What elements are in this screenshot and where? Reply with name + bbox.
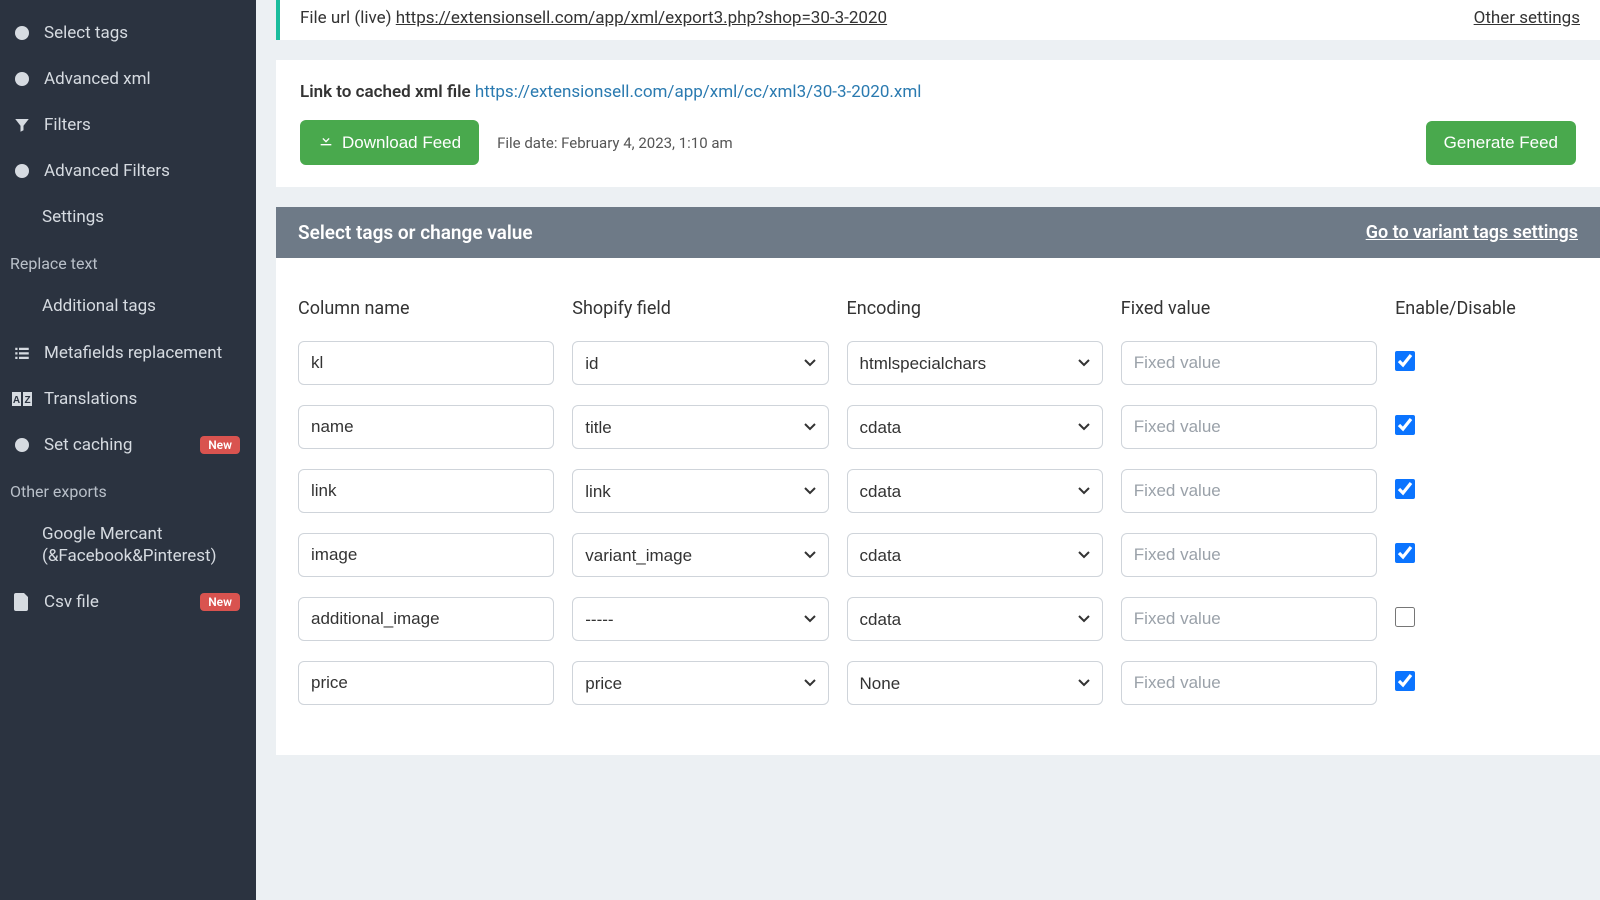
sidebar-item-label: Set caching xyxy=(44,434,188,456)
sidebar-item-label: Filters xyxy=(44,114,246,136)
table-row: ----- cdata xyxy=(298,597,1578,641)
sidebar-item-select-tags[interactable]: Select tags xyxy=(0,10,256,56)
file-url-line: File url (live) https://extensionsell.co… xyxy=(300,8,887,28)
shopify-field-select[interactable]: title xyxy=(572,405,828,449)
col-header-column-name: Column name xyxy=(298,298,572,321)
variant-tags-settings-link[interactable]: Go to variant tags settings xyxy=(1366,222,1578,243)
tags-section-title: Select tags or change value xyxy=(298,221,533,244)
new-badge: New xyxy=(200,436,240,454)
column-name-input[interactable] xyxy=(298,661,554,705)
sidebar-item-label: Advanced xml xyxy=(44,68,246,90)
circle-icon xyxy=(12,69,32,89)
svg-text:A: A xyxy=(13,395,20,406)
svg-text:Z: Z xyxy=(24,395,30,406)
column-name-input[interactable] xyxy=(298,469,554,513)
fixed-value-input[interactable] xyxy=(1121,405,1377,449)
encoding-select[interactable]: cdata xyxy=(847,597,1103,641)
table-row: link cdata xyxy=(298,469,1578,513)
enable-checkbox[interactable] xyxy=(1395,607,1415,627)
download-feed-label: Download Feed xyxy=(342,133,461,153)
file-url-label: File url (live) xyxy=(300,8,392,28)
sidebar-item-advanced-filters[interactable]: Advanced Filters xyxy=(0,148,256,194)
shopify-field-select[interactable]: variant_image xyxy=(572,533,828,577)
tags-table: Column name Shopify field Encoding Fixed… xyxy=(298,278,1578,725)
fixed-value-input[interactable] xyxy=(1121,469,1377,513)
other-settings-link[interactable]: Other settings xyxy=(1474,8,1580,28)
sidebar-item-set-caching[interactable]: Set caching New xyxy=(0,422,256,468)
shopify-field-select[interactable]: price xyxy=(572,661,828,705)
fixed-value-input[interactable] xyxy=(1121,533,1377,577)
table-row: price None xyxy=(298,661,1578,705)
table-row: variant_image cdata xyxy=(298,533,1578,577)
enable-checkbox[interactable] xyxy=(1395,415,1415,435)
table-row: id htmlspecialchars xyxy=(298,341,1578,385)
sidebar-item-label: Advanced Filters xyxy=(44,160,246,182)
sidebar-item-label: Translations xyxy=(44,388,246,410)
sidebar-section-replace-text: Replace text xyxy=(0,240,256,283)
col-header-enable: Enable/Disable xyxy=(1395,298,1578,321)
sidebar-item-label: Settings xyxy=(42,206,246,228)
column-name-input[interactable] xyxy=(298,405,554,449)
sidebar-item-label: Metafields replacement xyxy=(44,342,246,364)
circle-icon xyxy=(12,435,32,455)
enable-checkbox[interactable] xyxy=(1395,479,1415,499)
sidebar-section-other-exports: Other exports xyxy=(0,468,256,511)
circle-icon xyxy=(12,161,32,181)
sidebar: Select tags Advanced xml Filters Advance… xyxy=(0,0,256,900)
sidebar-item-label: Csv file xyxy=(44,591,188,613)
enable-checkbox[interactable] xyxy=(1395,671,1415,691)
main-content: File url (live) https://extensionsell.co… xyxy=(256,0,1600,900)
shopify-field-select[interactable]: link xyxy=(572,469,828,513)
sidebar-item-label: Google Mercant (&Facebook&Pinterest) xyxy=(42,523,246,567)
shopify-field-select[interactable]: ----- xyxy=(572,597,828,641)
sidebar-item-label: Additional tags xyxy=(42,295,246,317)
encoding-select[interactable]: None xyxy=(847,661,1103,705)
download-icon xyxy=(318,132,334,153)
list-icon xyxy=(12,343,32,363)
cached-url-link[interactable]: https://extensionsell.com/app/xml/cc/xml… xyxy=(475,82,921,102)
file-url-panel: File url (live) https://extensionsell.co… xyxy=(276,0,1600,40)
encoding-select[interactable]: cdata xyxy=(847,405,1103,449)
sidebar-item-settings[interactable]: Settings xyxy=(0,194,256,240)
sidebar-item-csv-file[interactable]: Csv file New xyxy=(0,579,256,625)
sidebar-item-additional-tags[interactable]: Additional tags xyxy=(0,283,256,329)
column-name-input[interactable] xyxy=(298,341,554,385)
col-header-shopify-field: Shopify field xyxy=(572,298,846,321)
sidebar-item-google-merchant[interactable]: Google Mercant (&Facebook&Pinterest) xyxy=(0,511,256,579)
encoding-select[interactable]: cdata xyxy=(847,533,1103,577)
encoding-select[interactable]: cdata xyxy=(847,469,1103,513)
enable-checkbox[interactable] xyxy=(1395,543,1415,563)
sidebar-item-label: Select tags xyxy=(44,22,246,44)
cached-file-panel: Link to cached xml file https://extensio… xyxy=(276,60,1600,187)
generate-feed-button[interactable]: Generate Feed xyxy=(1426,121,1576,165)
fixed-value-input[interactable] xyxy=(1121,341,1377,385)
column-name-input[interactable] xyxy=(298,533,554,577)
cached-url-line: Link to cached xml file https://extensio… xyxy=(300,82,1576,102)
cached-url-label: Link to cached xml file xyxy=(300,82,471,102)
tags-section-header: Select tags or change value Go to varian… xyxy=(276,207,1600,258)
file-url-link[interactable]: https://extensionsell.com/app/xml/export… xyxy=(396,8,887,28)
sidebar-item-metafields-replacement[interactable]: Metafields replacement xyxy=(0,330,256,376)
table-row: title cdata xyxy=(298,405,1578,449)
new-badge: New xyxy=(200,593,240,611)
sidebar-item-translations[interactable]: AZ Translations xyxy=(0,376,256,422)
sidebar-item-advanced-xml[interactable]: Advanced xml xyxy=(0,56,256,102)
col-header-fixed-value: Fixed value xyxy=(1121,298,1395,321)
generate-feed-label: Generate Feed xyxy=(1444,133,1558,153)
shopify-field-select[interactable]: id xyxy=(572,341,828,385)
column-name-input[interactable] xyxy=(298,597,554,641)
sidebar-item-filters[interactable]: Filters xyxy=(0,102,256,148)
filter-icon xyxy=(12,115,32,135)
col-header-encoding: Encoding xyxy=(847,298,1121,321)
enable-checkbox[interactable] xyxy=(1395,351,1415,371)
file-icon xyxy=(12,592,32,612)
fixed-value-input[interactable] xyxy=(1121,597,1377,641)
circle-icon xyxy=(12,23,32,43)
fixed-value-input[interactable] xyxy=(1121,661,1377,705)
download-feed-button[interactable]: Download Feed xyxy=(300,120,479,165)
translate-icon: AZ xyxy=(12,389,32,409)
file-date-text: File date: February 4, 2023, 1:10 am xyxy=(497,134,733,152)
tags-table-panel: Column name Shopify field Encoding Fixed… xyxy=(276,258,1600,755)
encoding-select[interactable]: htmlspecialchars xyxy=(847,341,1103,385)
